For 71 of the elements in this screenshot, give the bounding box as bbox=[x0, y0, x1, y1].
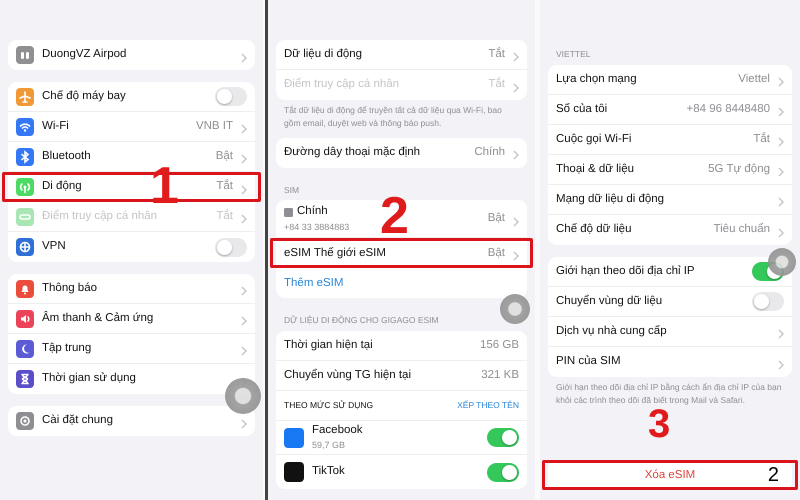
row-value: Tắt bbox=[216, 178, 233, 194]
row-label[interactable]: Dịch vụ nhà cung cấp bbox=[556, 322, 667, 340]
toggle-switch[interactable] bbox=[487, 462, 519, 482]
row-value: 321 KB bbox=[481, 368, 519, 383]
row-label[interactable]: PIN của SIM bbox=[556, 353, 621, 370]
row-label[interactable]: DuongVZ Airpod bbox=[42, 46, 126, 64]
row-label[interactable]: Âm thanh & Cảm ứng bbox=[42, 310, 154, 328]
row-label[interactable]: Cuộc gọi Wi-Fi bbox=[556, 130, 632, 148]
delete-esim-button[interactable]: Xóa eSIM bbox=[644, 466, 696, 484]
row-label[interactable]: Cài đặt chung bbox=[42, 412, 113, 430]
row-label: Chuyển vùng TG hiện tại bbox=[284, 368, 412, 383]
row-value: 156 GB bbox=[480, 338, 519, 353]
chevron-icon bbox=[513, 50, 519, 60]
row-value: 5G Tự động bbox=[708, 162, 770, 177]
row-value: Bật bbox=[488, 246, 505, 261]
row-value: Bật bbox=[216, 148, 233, 164]
section-header: DỮ LIỆU DI ĐỘNG CHO GIGAGO ESIM bbox=[283, 314, 440, 328]
chevron-icon bbox=[241, 344, 247, 354]
chevron-icon bbox=[241, 314, 247, 324]
phone-number: +84 33 3884883 bbox=[284, 220, 350, 234]
row-value: +84 96 8448480 bbox=[686, 102, 770, 117]
row-label: Chế độ máy bay bbox=[42, 88, 126, 104]
row-label[interactable]: Chính bbox=[297, 203, 328, 221]
chevron-icon bbox=[241, 152, 247, 162]
add-esim-link[interactable]: Thêm eSIM bbox=[284, 274, 344, 292]
row-label[interactable]: Mạng dữ liệu di động bbox=[556, 190, 664, 208]
annotation-number: 2 bbox=[768, 463, 779, 488]
row-label: VPN bbox=[42, 239, 66, 254]
app-name: Facebook bbox=[312, 423, 363, 438]
section-footer: Tắt dữ liệu di động để truyền tất cả dữ liệu qua Wi-Fi, bao gồm email, duyệt web và thông báo push. bbox=[276, 104, 527, 138]
row-value: Tắt bbox=[753, 131, 770, 147]
row-label[interactable]: Số của tôi bbox=[556, 100, 608, 118]
row-value: Tắt bbox=[488, 46, 505, 62]
row-label[interactable]: Lựa chọn mạng bbox=[556, 70, 637, 88]
step-number: 2 bbox=[380, 190, 409, 242]
chevron-icon bbox=[241, 122, 247, 132]
chevron-icon bbox=[241, 212, 247, 222]
row-value: Viettel bbox=[738, 72, 770, 87]
section-header: SIM bbox=[283, 184, 300, 196]
row-label[interactable]: Tập trung bbox=[42, 340, 92, 358]
toggle-switch[interactable] bbox=[215, 238, 247, 256]
row-value: Tiêu chuẩn bbox=[714, 222, 770, 238]
row-label[interactable]: Di động bbox=[42, 178, 82, 196]
row-label[interactable]: Dữ liệu di động bbox=[284, 46, 362, 64]
row-label[interactable]: Thoại & dữ liệu bbox=[556, 160, 634, 178]
app-name: TikTok bbox=[312, 464, 345, 480]
row-value: Bật bbox=[488, 211, 505, 226]
row-label[interactable]: Đường dây thoại mặc định bbox=[284, 144, 420, 162]
row-label[interactable]: Thời gian sử dụng bbox=[42, 370, 136, 388]
chevron-icon bbox=[513, 148, 519, 158]
row-value: VNB IT bbox=[196, 118, 233, 134]
sort-label: THEO MỨC SỬ DỤNG bbox=[284, 399, 374, 412]
row-label[interactable]: eSIM Thế giới eSIM bbox=[284, 244, 386, 262]
row-label: Chuyển vùng dữ liệu bbox=[556, 294, 662, 309]
sim-badge-icon bbox=[284, 208, 293, 216]
row-label[interactable]: Thông báo bbox=[42, 280, 97, 298]
row-value: Tắt bbox=[216, 208, 233, 224]
data-usage: 59,7 GB bbox=[312, 439, 346, 452]
row-label[interactable]: Wi-Fi bbox=[42, 118, 69, 136]
row-label[interactable]: Bluetooth bbox=[42, 148, 91, 166]
sort-link[interactable]: XẾP THEO TÊN bbox=[457, 399, 519, 412]
row-value: Tắt bbox=[488, 76, 505, 92]
row-label: Giới hạn theo dõi địa chỉ IP bbox=[556, 264, 695, 279]
toggle-switch[interactable] bbox=[752, 292, 784, 311]
toggle-switch[interactable] bbox=[215, 87, 247, 106]
row-label: Thời gian hiện tại bbox=[284, 338, 373, 353]
row-label[interactable]: Chế độ dữ liệu bbox=[556, 221, 632, 238]
row-value: Chính bbox=[474, 144, 505, 160]
section-header: VIETTEL bbox=[555, 48, 592, 61]
toggle-switch[interactable] bbox=[487, 428, 519, 447]
chevron-icon bbox=[241, 284, 247, 294]
